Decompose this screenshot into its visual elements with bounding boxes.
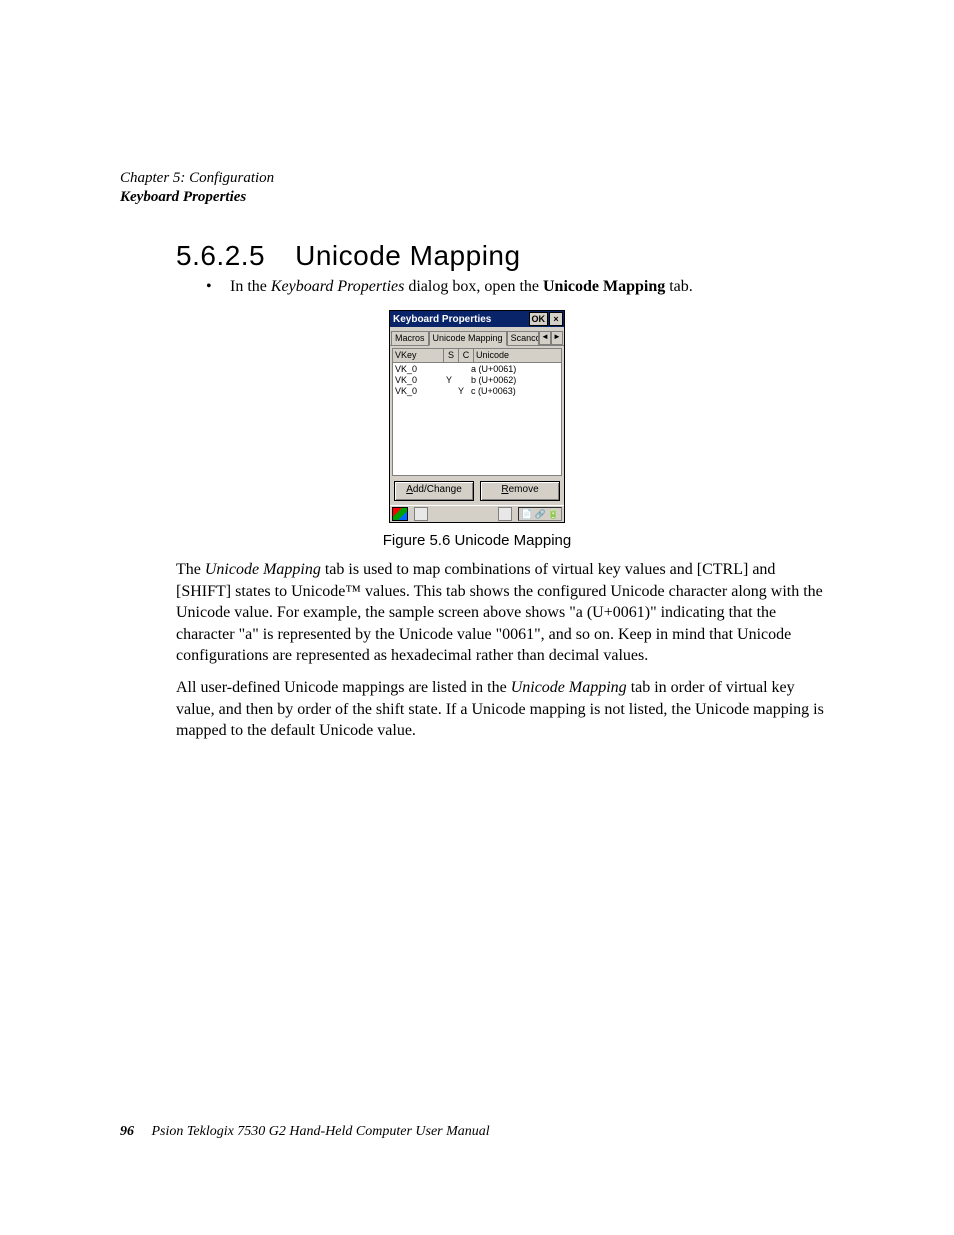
dialog-titlebar: Keyboard Properties OK × [390, 311, 564, 327]
col-header-s[interactable]: S [444, 349, 459, 362]
tab-scroll-left-icon[interactable]: ◄ [539, 331, 551, 345]
taskbar-tray-icon[interactable] [498, 507, 512, 521]
start-icon[interactable] [392, 507, 408, 521]
bullet-text-post: tab. [665, 278, 693, 295]
body-paragraph-1: The Unicode Mapping tab is used to map c… [176, 559, 834, 667]
page-footer: 96 Psion Teklogix 7530 G2 Hand-Held Comp… [120, 1124, 490, 1140]
instruction-bullet: • In the Keyboard Properties dialog box,… [206, 278, 834, 296]
table-row[interactable]: VK_0 Y c (U+0063) [395, 386, 559, 397]
cell-vkey: VK_0 [395, 375, 443, 386]
taskbar-app-icon[interactable] [414, 507, 428, 521]
add-change-button[interactable]: Add/Change [394, 481, 474, 501]
table-row[interactable]: VK_0 a (U+0061) [395, 364, 559, 375]
keyboard-properties-dialog: Keyboard Properties OK × Macros Unicode … [389, 310, 565, 523]
mapping-list[interactable]: VKey S C Unicode VK_0 a (U+0061) VK_0 Y [392, 348, 562, 476]
bullet-text-bold: Unicode Mapping [543, 278, 665, 295]
list-body: VK_0 a (U+0061) VK_0 Y b (U+0062) VK_0 [393, 363, 561, 398]
cell-vkey: VK_0 [395, 364, 443, 375]
col-header-vkey[interactable]: VKey [393, 349, 444, 362]
page-number: 96 [120, 1124, 134, 1139]
tab-scroll-right-icon[interactable]: ► [551, 331, 563, 345]
cell-unicode: a (U+0061) [467, 364, 559, 375]
cell-s: Y [443, 375, 455, 386]
tab-unicode-mapping[interactable]: Unicode Mapping [429, 331, 507, 346]
list-header: VKey S C Unicode [393, 349, 561, 363]
figure-caption: Figure 5.6 Unicode Mapping [120, 532, 834, 549]
tab-scancode[interactable]: Scanco [507, 331, 539, 345]
tab-strip: Macros Unicode Mapping Scanco ◄ ► [390, 327, 564, 346]
tray-battery-icon[interactable]: 🔋 [548, 510, 559, 519]
cell-c [455, 364, 467, 375]
dialog-title: Keyboard Properties [393, 314, 529, 325]
cell-c: Y [455, 386, 467, 397]
dialog-button-row: Add/Change Remove [390, 478, 564, 505]
remove-button[interactable]: Remove [480, 481, 560, 501]
col-header-c[interactable]: C [459, 349, 474, 362]
cell-s [443, 386, 455, 397]
running-head-chapter: Chapter 5: Configuration [120, 170, 834, 187]
section-heading: 5.6.2.5 Unicode Mapping [176, 240, 834, 272]
bullet-text-pre: In the [230, 278, 271, 295]
heading-number: 5.6.2.5 [176, 240, 265, 272]
cell-s [443, 364, 455, 375]
table-row[interactable]: VK_0 Y b (U+0062) [395, 375, 559, 386]
system-tray[interactable]: 📄 🔗 🔋 [518, 507, 562, 521]
cell-unicode: b (U+0062) [467, 375, 559, 386]
ok-button[interactable]: OK [529, 312, 549, 326]
tray-network-icon[interactable]: 🔗 [535, 510, 546, 519]
tray-doc-icon[interactable]: 📄 [521, 510, 532, 519]
footer-text: Psion Teklogix 7530 G2 Hand-Held Compute… [152, 1124, 490, 1139]
col-header-unicode[interactable]: Unicode [474, 349, 561, 362]
cell-unicode: c (U+0063) [467, 386, 559, 397]
taskbar: 📄 🔗 🔋 [390, 505, 564, 522]
bullet-text-italic: Keyboard Properties [271, 278, 404, 295]
heading-title: Unicode Mapping [295, 240, 520, 272]
cell-vkey: VK_0 [395, 386, 443, 397]
body-paragraph-2: All user-defined Unicode mappings are li… [176, 677, 834, 742]
cell-c [455, 375, 467, 386]
bullet-text-mid: dialog box, open the [404, 278, 543, 295]
close-icon[interactable]: × [549, 312, 563, 326]
running-head-section: Keyboard Properties [120, 189, 834, 206]
tab-macros[interactable]: Macros [391, 331, 429, 345]
